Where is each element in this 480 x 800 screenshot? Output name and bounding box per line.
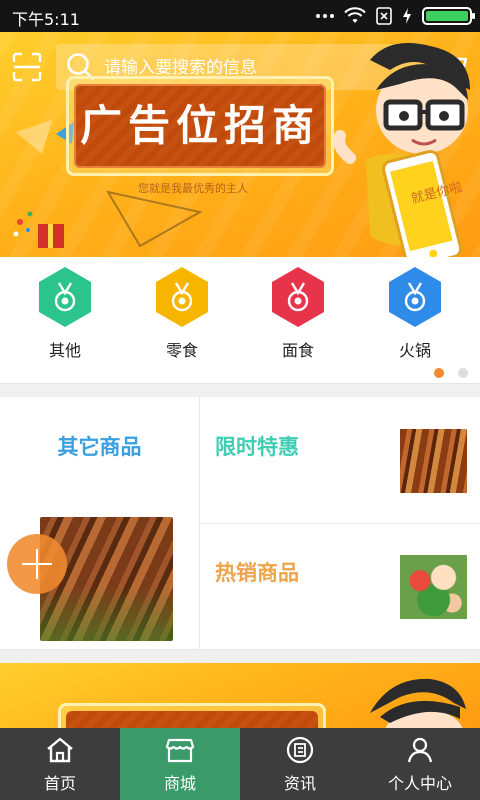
ad-sign-board (66, 711, 318, 728)
category-label: 火锅 (398, 341, 431, 360)
tab-news[interactable]: 资讯 (240, 728, 360, 800)
tab-label: 个人中心 (387, 774, 452, 793)
tab-shop[interactable]: 商城 (120, 728, 240, 800)
ad-banner-secondary[interactable] (0, 663, 480, 728)
limited-offer-title[interactable]: 限时特惠 (215, 431, 299, 461)
add-floating-button[interactable] (7, 534, 67, 594)
app-screen: 下午5:11 请输入要搜索的信息 广告位招商 您就是我最优秀的主人 就是你啦 其… (0, 0, 480, 800)
shop-icon (165, 738, 195, 763)
other-products-title[interactable]: 其它商品 (0, 431, 199, 461)
news-icon (286, 736, 314, 764)
no-sim-icon (376, 7, 392, 25)
status-icons (316, 5, 475, 27)
gift-box-icon (13, 211, 64, 248)
category-label: 面食 (281, 341, 314, 360)
category-grid: 其他 零食 面食 火锅 (0, 257, 480, 383)
category-item-snack[interactable]: 零食 (142, 265, 222, 361)
medal-icon (272, 267, 324, 327)
ad-title: 广告位招商 (79, 101, 320, 150)
tab-home[interactable]: 首页 (0, 728, 120, 800)
skewers-image[interactable] (400, 429, 467, 493)
tab-profile[interactable]: 个人中心 (360, 728, 480, 800)
page-dot-active (434, 368, 444, 378)
section-divider (0, 383, 480, 397)
medal-icon (156, 267, 208, 327)
home-icon (47, 737, 73, 763)
category-label: 其他 (48, 341, 81, 360)
tab-label: 商城 (163, 774, 196, 793)
section-divider (0, 649, 480, 663)
ad-slogan: 您就是我最优秀的主人 (138, 182, 248, 195)
more-dots-icon (316, 14, 334, 18)
status-bar: 下午5:11 (0, 0, 480, 32)
category-item-other[interactable]: 其他 (25, 265, 105, 361)
battery-icon (422, 7, 475, 25)
divider (200, 523, 480, 524)
page-dot (458, 368, 468, 378)
cartoon-boy-illustration (370, 678, 466, 728)
ad-banner[interactable]: 广告位招商 您就是我最优秀的主人 就是你啦 (0, 32, 480, 257)
medal-icon (39, 267, 91, 327)
tab-label: 首页 (43, 774, 76, 793)
status-time: 下午5:11 (12, 10, 80, 29)
cartoon-boy-illustration: 就是你啦 (333, 43, 470, 257)
category-item-hotpot[interactable]: 火锅 (375, 265, 455, 361)
user-icon (407, 737, 433, 763)
charging-icon (403, 8, 411, 24)
wifi-icon (344, 7, 366, 23)
category-label: 零食 (165, 341, 198, 360)
medal-icon (389, 267, 441, 327)
product-section: 其它商品 限时特惠 热销商品 (0, 397, 480, 649)
salad-image[interactable] (400, 555, 467, 619)
tab-label: 资讯 (283, 774, 316, 793)
bottom-tab-bar: 首页 商城 资讯 个人中心 (0, 728, 480, 800)
scan-icon[interactable] (12, 52, 42, 82)
category-item-noodles[interactable]: 面食 (258, 265, 338, 361)
page-indicator (434, 368, 468, 378)
hot-products-title[interactable]: 热销商品 (215, 557, 299, 587)
